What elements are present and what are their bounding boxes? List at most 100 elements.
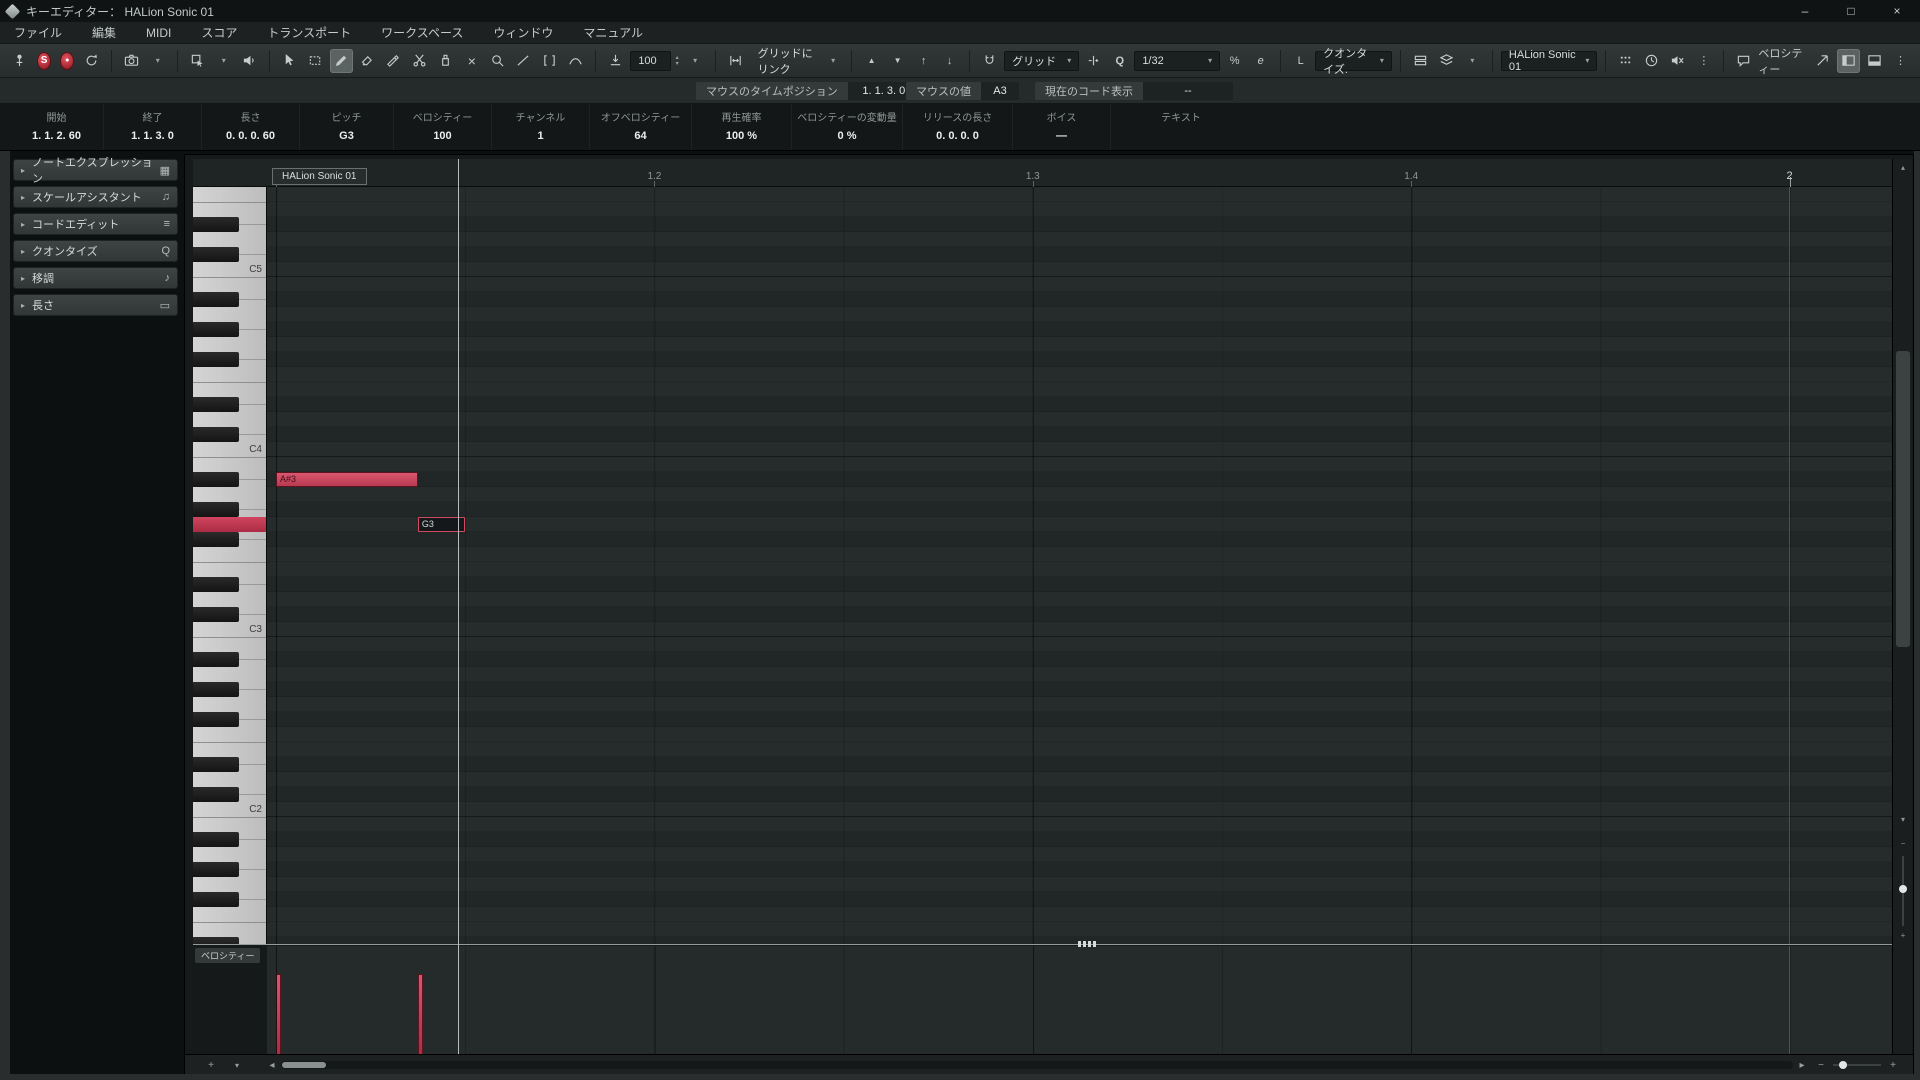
panel-transpose[interactable]: ▸ 移調 ♪ — [13, 267, 178, 289]
horizontal-scroll-track[interactable] — [281, 1061, 1793, 1069]
info-value-end[interactable]: 1. 1. 3. 0 — [131, 130, 174, 142]
step-input-icon[interactable] — [1614, 49, 1637, 73]
close-button[interactable]: × — [1874, 0, 1920, 22]
quantize-preset-select[interactable]: グリッド ▾ — [1004, 51, 1079, 71]
split-tool[interactable] — [408, 49, 431, 73]
tempo-icon[interactable] — [1640, 49, 1663, 73]
move-up-icon[interactable]: ↑ — [912, 49, 935, 73]
menu-edit[interactable]: 編集 — [92, 24, 116, 41]
quantize-value-select[interactable]: 1/32 ▾ — [1134, 51, 1220, 71]
solo-editor-button[interactable]: S — [37, 52, 51, 70]
vertical-zoom-out-icon[interactable]: − — [1893, 835, 1913, 851]
vertical-zoom-in-icon[interactable]: + — [1893, 927, 1913, 943]
trim-tool[interactable] — [382, 49, 405, 73]
panel-scale-assistant[interactable]: ▸ スケールアシスタント ♫ — [13, 186, 178, 208]
nudge-up-icon[interactable]: ▲ — [860, 49, 883, 73]
move-down-icon[interactable]: ↓ — [938, 49, 961, 73]
black-key-Cs2[interactable] — [193, 787, 239, 802]
black-key-Fs4[interactable] — [193, 352, 239, 367]
snap-icon[interactable] — [978, 49, 1001, 73]
part-name-chip[interactable]: HALion Sonic 01 — [272, 168, 367, 185]
auto-select-controllers-icon[interactable] — [186, 49, 209, 73]
pin-icon[interactable] — [8, 49, 31, 73]
black-key-Ds5[interactable] — [193, 217, 239, 232]
menu-manual[interactable]: マニュアル — [583, 24, 643, 41]
part-selector[interactable]: HALion Sonic 01 ▾ — [1501, 51, 1597, 71]
black-key-As1[interactable] — [193, 832, 239, 847]
show-lower-zone-icon[interactable] — [1863, 49, 1886, 73]
add-lane-icon[interactable]: + — [201, 1055, 221, 1075]
black-key-Cs3[interactable] — [193, 607, 239, 622]
lane-resize-handle[interactable] — [1078, 941, 1098, 947]
range-selection-tool[interactable] — [304, 49, 327, 73]
black-key-Ds3[interactable] — [193, 577, 239, 592]
horizontal-scroll-thumb[interactable] — [282, 1062, 326, 1068]
independent-loop-icon[interactable] — [80, 49, 103, 73]
info-value-pitch[interactable]: G3 — [339, 130, 354, 142]
part-editing-mode-icon[interactable] — [564, 49, 587, 73]
nudge-down-icon[interactable]: ▼ — [886, 49, 909, 73]
info-value-velocity[interactable]: 100 — [433, 130, 451, 142]
vertical-zoom-thumb[interactable] — [1899, 885, 1907, 893]
black-key-Gs2[interactable] — [193, 682, 239, 697]
insert-velocity-icon[interactable] — [604, 49, 627, 73]
erase-tool[interactable] — [356, 49, 379, 73]
panel-length[interactable]: ▸ 長さ ▭ — [13, 294, 178, 316]
note-grid[interactable]: A#3G3 — [267, 187, 1893, 944]
black-key-Gs3[interactable] — [193, 502, 239, 517]
select-dropdown-icon[interactable]: ▾ — [212, 49, 235, 73]
black-key-Fs3[interactable] — [193, 532, 239, 547]
camera-dropdown-icon[interactable]: ▾ — [146, 49, 169, 73]
panel-quantize[interactable]: ▸ クオンタイズ Q — [13, 240, 178, 262]
info-value-probability[interactable]: 100 % — [726, 130, 757, 142]
black-key-Fs1[interactable] — [193, 892, 239, 907]
highlighted-key-G3[interactable] — [193, 517, 267, 532]
black-key-Gs4[interactable] — [193, 322, 239, 337]
object-selection-tool[interactable] — [278, 49, 301, 73]
horizontal-zoom-in-icon[interactable]: + — [1885, 1055, 1901, 1075]
glue-tool[interactable] — [434, 49, 457, 73]
black-key-Fs2[interactable] — [193, 712, 239, 727]
velocity-bar-G3[interactable] — [418, 974, 423, 1054]
black-key-Ds1[interactable] — [193, 937, 239, 944]
velocity-dropdown-icon[interactable]: ▾ — [684, 49, 707, 73]
record-in-editor-button[interactable]: ● — [60, 52, 74, 70]
black-key-Ds4[interactable] — [193, 397, 239, 412]
line-tool[interactable] — [512, 49, 535, 73]
black-key-As4[interactable] — [193, 292, 239, 307]
lane-divider[interactable] — [193, 944, 1894, 945]
black-key-Gs1[interactable] — [193, 862, 239, 877]
black-key-Cs4[interactable] — [193, 427, 239, 442]
info-value-voice[interactable]: — — [1056, 130, 1067, 142]
zoom-tool[interactable] — [486, 49, 509, 73]
midi-note-As3[interactable]: A#3 — [276, 472, 418, 487]
toolbar-kebab-icon[interactable]: ⋮ — [1692, 49, 1715, 73]
menu-workspace[interactable]: ワークスペース — [381, 24, 463, 41]
horizontal-scrollbar[interactable]: + ▾ ◂ ▸ − + — [185, 1054, 1913, 1074]
info-value-release-length[interactable]: 0. 0. 0. 0 — [936, 130, 979, 142]
info-value-velocity-range[interactable]: 0 % — [838, 130, 857, 142]
timeline-ruler[interactable]: 1.21.31.42 HALion Sonic 01 — [193, 159, 1894, 187]
piano-keyboard[interactable]: C5C4C3C2 — [193, 187, 267, 944]
draw-tool[interactable] — [330, 49, 353, 73]
velocity-stepper[interactable]: ▴ ▾ — [674, 55, 681, 67]
menu-file[interactable]: ファイル — [14, 24, 62, 41]
setup-toolbar-kebab-icon[interactable]: ⋮ — [1889, 49, 1912, 73]
scroll-down-icon[interactable]: ▾ — [1893, 811, 1913, 827]
stepper-down-icon[interactable]: ▾ — [676, 61, 679, 67]
scroll-up-icon[interactable]: ▴ — [1893, 159, 1913, 175]
vertical-scrollbar[interactable]: ▴ ▾ − + — [1892, 159, 1912, 1054]
info-value-start[interactable]: 1. 1. 2. 60 — [32, 130, 81, 142]
window-zones-icon[interactable] — [1811, 49, 1834, 73]
snap-type-icon[interactable] — [1082, 49, 1105, 73]
panel-chord-edit[interactable]: ▸ コードエディット ≡ — [13, 213, 178, 235]
lane-setup-dropdown-icon[interactable]: ▾ — [227, 1055, 247, 1075]
event-colors-bubble-icon[interactable] — [1732, 49, 1755, 73]
horizontal-zoom-thumb[interactable] — [1839, 1061, 1847, 1069]
black-key-As2[interactable] — [193, 652, 239, 667]
black-key-As3[interactable] — [193, 472, 239, 487]
scroll-left-icon[interactable]: ◂ — [265, 1055, 279, 1075]
acoustic-feedback-icon[interactable] — [238, 49, 261, 73]
length-quantize-select[interactable]: クオンタイズ. ▾ — [1315, 51, 1392, 71]
horizontal-zoom-out-icon[interactable]: − — [1813, 1055, 1829, 1075]
